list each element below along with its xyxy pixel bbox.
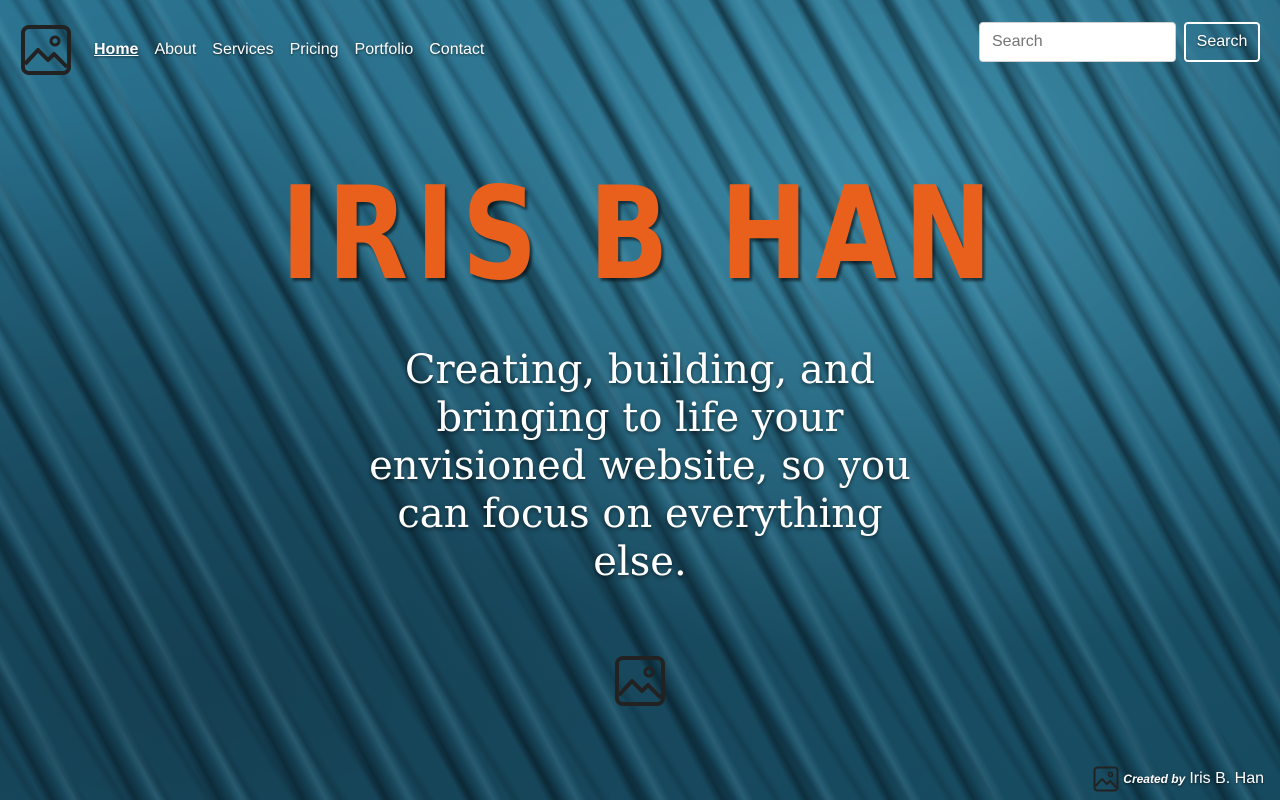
credit-image-icon <box>1093 766 1119 792</box>
search-input[interactable] <box>979 22 1176 62</box>
nav-link-services[interactable]: Services <box>212 40 273 60</box>
image-placeholder-icon <box>615 656 665 706</box>
nav-link-contact[interactable]: Contact <box>429 40 484 60</box>
nav-link-about[interactable]: About <box>154 40 196 60</box>
main-nav: Home About Services Pricing Portfolio Co… <box>94 40 484 60</box>
hero-title: IRIS B HAN <box>280 160 1000 309</box>
credit-author-link[interactable]: Iris B. Han <box>1189 770 1264 788</box>
credit-prefix: Created by <box>1123 772 1186 786</box>
nav-link-pricing[interactable]: Pricing <box>290 40 339 60</box>
search-button[interactable]: Search <box>1184 22 1260 62</box>
hero-tagline: Creating, building, and bringing to life… <box>369 347 911 585</box>
logo-image-icon[interactable] <box>20 24 72 76</box>
site-credit: Created by Iris B. Han <box>1093 766 1264 792</box>
nav-link-home[interactable]: Home <box>94 40 138 60</box>
nav-link-portfolio[interactable]: Portfolio <box>355 40 414 60</box>
